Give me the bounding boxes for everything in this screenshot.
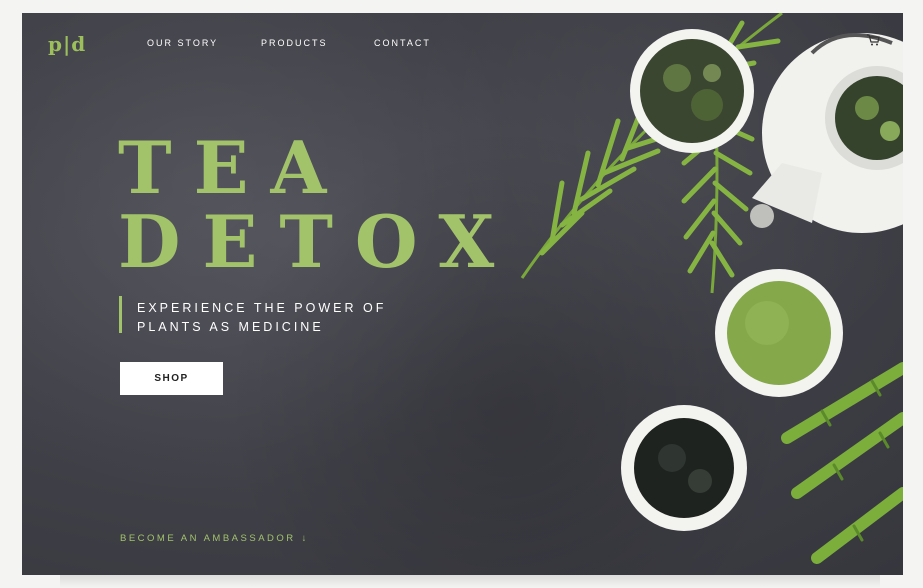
shop-button[interactable]: SHOP xyxy=(120,362,223,395)
tagline-line-2: PLANTS AS MEDICINE xyxy=(137,320,324,334)
hero-banner: p|d OUR STORY PRODUCTS CONTACT TEA DETOX… xyxy=(22,13,903,575)
cart-icon[interactable] xyxy=(866,34,880,46)
nav-item-contact[interactable]: CONTACT xyxy=(374,38,431,48)
bowl-loose-leaf-image xyxy=(630,29,754,153)
tagline-line-1: EXPERIENCE THE POWER OF xyxy=(137,301,387,315)
bamboo-image xyxy=(781,362,903,564)
tea-photo-illustration xyxy=(520,13,903,564)
brand-logo[interactable]: p|d xyxy=(48,32,86,56)
page-shadow xyxy=(60,575,880,588)
ambassador-label: BECOME AN AMBASSADOR xyxy=(120,533,296,544)
hero-tagline: EXPERIENCE THE POWER OF PLANTS AS MEDICI… xyxy=(137,299,386,337)
bowl-dark-tea-image xyxy=(621,405,747,531)
teapot-image xyxy=(750,33,903,233)
hero-title-line-1: TEA xyxy=(118,125,349,210)
arrow-down-icon: ↓ xyxy=(301,533,307,544)
become-ambassador-link[interactable]: BECOME AN AMBASSADOR ↓ xyxy=(120,533,306,544)
nav-item-products[interactable]: PRODUCTS xyxy=(261,38,328,48)
bowl-matcha-image xyxy=(715,269,843,397)
hero-title-line-2: DETOX xyxy=(118,199,517,284)
tagline-accent-bar xyxy=(119,296,122,333)
hero-title: TEA DETOX xyxy=(118,131,516,279)
nav-item-our-story[interactable]: OUR STORY xyxy=(147,38,218,48)
